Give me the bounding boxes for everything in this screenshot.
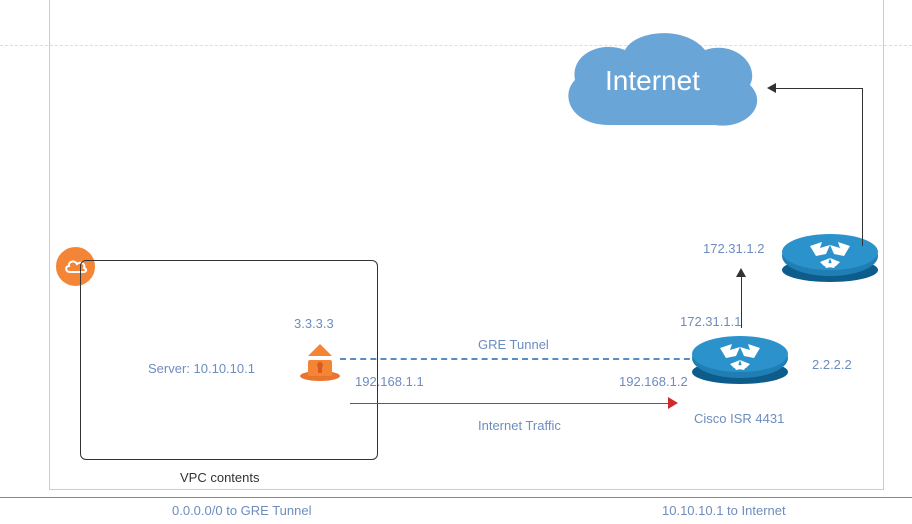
cisco-isr-router-icon bbox=[690, 330, 790, 385]
route-right-label: 10.10.10.1 to Internet bbox=[662, 503, 786, 518]
upstream-router-icon bbox=[780, 228, 880, 283]
server-label: Server: 10.10.10.1 bbox=[148, 361, 255, 376]
vpc-gateway-icon bbox=[298, 338, 343, 383]
isr-to-upstream-line bbox=[741, 275, 742, 328]
isr-up-ip-label: 172.31.1.1 bbox=[680, 314, 741, 329]
internet-label: Internet bbox=[605, 65, 700, 97]
gre-tunnel-label: GRE Tunnel bbox=[478, 337, 549, 352]
isr-right-ip-label: 2.2.2.2 bbox=[812, 357, 852, 372]
gre-tunnel-line bbox=[340, 358, 700, 360]
upstream-to-internet-arrowhead bbox=[767, 83, 776, 93]
upstream-to-internet-vline bbox=[862, 88, 863, 246]
gateway-eip-label: 3.3.3.3 bbox=[294, 316, 334, 331]
bottom-separator bbox=[0, 497, 912, 498]
upstream-router-ip-label: 172.31.1.2 bbox=[703, 241, 764, 256]
route-left-label: 0.0.0.0/0 to GRE Tunnel bbox=[172, 503, 311, 518]
internet-traffic-arrowhead bbox=[668, 397, 678, 409]
isr-to-upstream-arrowhead bbox=[736, 268, 746, 277]
tunnel-endpoint-left-label: 192.168.1.1 bbox=[355, 374, 424, 389]
internet-traffic-line bbox=[350, 403, 673, 404]
vpc-label: VPC contents bbox=[180, 470, 260, 485]
isr-left-ip-label: 192.168.1.2 bbox=[619, 374, 688, 389]
cisco-isr-label: Cisco ISR 4431 bbox=[694, 411, 784, 426]
upstream-to-internet-hline bbox=[774, 88, 863, 89]
internet-traffic-label: Internet Traffic bbox=[478, 418, 561, 433]
